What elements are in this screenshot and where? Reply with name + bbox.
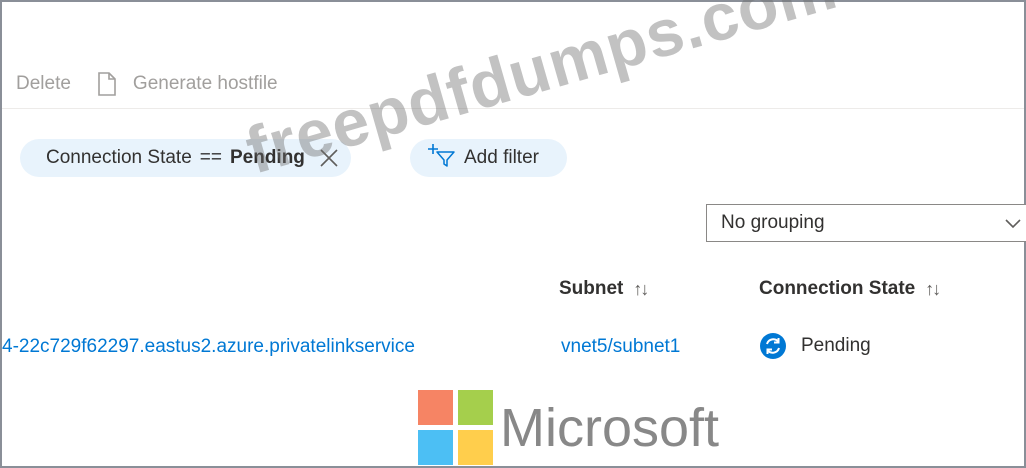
- microsoft-logo: Microsoft: [418, 390, 719, 466]
- sort-icon[interactable]: ↑↓: [633, 279, 649, 300]
- microsoft-squares: [418, 390, 494, 466]
- filter-pill-connection-state[interactable]: Connection State == Pending: [20, 139, 351, 177]
- connection-state-label: Pending: [801, 335, 871, 356]
- column-label: Connection State: [759, 278, 916, 299]
- window-frame: Delete Generate hostfile Connection Stat…: [0, 0, 1026, 468]
- logo-square: [418, 390, 453, 425]
- column-label: Subnet: [559, 278, 624, 299]
- add-filter-label: Add filter: [464, 147, 539, 168]
- grouping-selected: No grouping: [721, 212, 825, 233]
- grouping-dropdown[interactable]: No grouping: [706, 204, 1026, 242]
- row-alias-link[interactable]: 4-22c729f62297.eastus2.azure.privatelink…: [2, 336, 415, 358]
- filter-value: Pending: [229, 147, 305, 168]
- add-filter-icon: [426, 143, 456, 167]
- sort-icon[interactable]: ↑↓: [925, 279, 941, 300]
- command-bar: Delete Generate hostfile: [16, 66, 304, 102]
- column-header-subnet[interactable]: Subnet ↑↓: [559, 278, 649, 300]
- delete-label: Delete: [16, 73, 71, 94]
- chevron-down-icon: [1003, 214, 1023, 234]
- logo-square: [418, 430, 453, 465]
- row-subnet-link[interactable]: vnet5/subnet1: [561, 336, 680, 358]
- document-icon: [97, 72, 117, 96]
- generate-hostfile-label: Generate hostfile: [132, 73, 278, 94]
- microsoft-wordmark: Microsoft: [500, 398, 720, 458]
- column-header-connection-state[interactable]: Connection State ↑↓: [759, 278, 941, 300]
- delete-button[interactable]: Delete: [16, 73, 71, 95]
- filter-field: Connection State: [46, 147, 192, 168]
- logo-square: [458, 430, 493, 465]
- close-icon[interactable]: [319, 148, 339, 168]
- generate-hostfile-button[interactable]: Generate hostfile: [97, 72, 278, 96]
- logo-square: [458, 390, 493, 425]
- sync-icon: [759, 332, 787, 360]
- filter-operator: ==: [199, 147, 222, 168]
- add-filter-button[interactable]: Add filter: [410, 139, 567, 177]
- divider: [2, 108, 1024, 109]
- row-connection-state: Pending: [759, 332, 871, 360]
